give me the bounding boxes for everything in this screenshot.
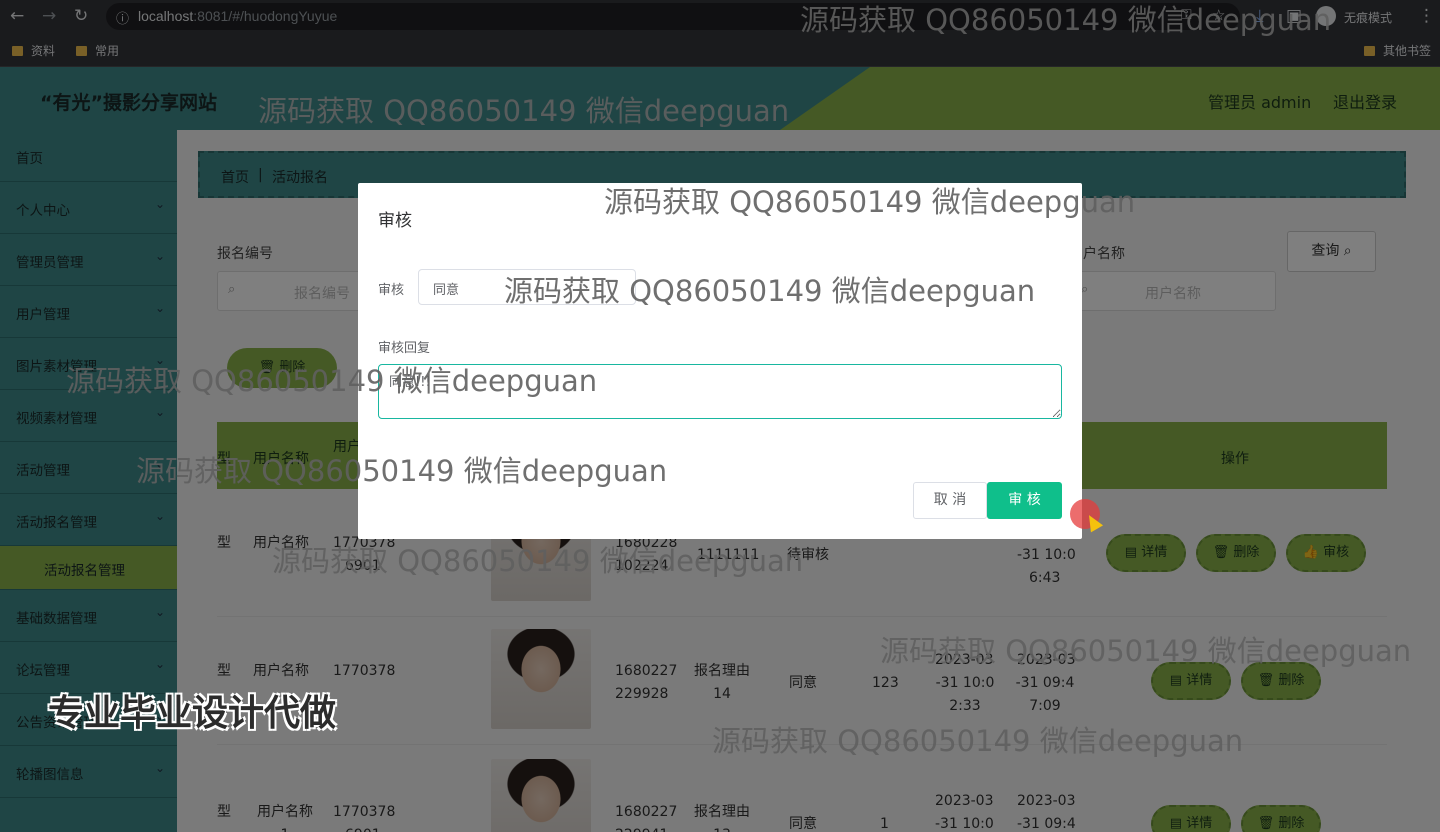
promo-watermark: 专业毕业设计代做 bbox=[48, 693, 337, 734]
confirm-audit-button[interactable]: 审 核 bbox=[987, 482, 1062, 519]
audit-select[interactable]: 同意 bbox=[418, 269, 636, 305]
reply-textarea[interactable]: 同意!!! bbox=[378, 364, 1062, 419]
dialog-title: 审核 bbox=[378, 211, 412, 231]
reply-label: 审核回复 bbox=[378, 341, 431, 356]
audit-dialog: 审核 审核 同意 审核回复 同意!!! 取 消 审 核 bbox=[358, 183, 1082, 539]
cancel-button[interactable]: 取 消 bbox=[913, 482, 987, 519]
audit-label: 审核 bbox=[378, 283, 405, 298]
